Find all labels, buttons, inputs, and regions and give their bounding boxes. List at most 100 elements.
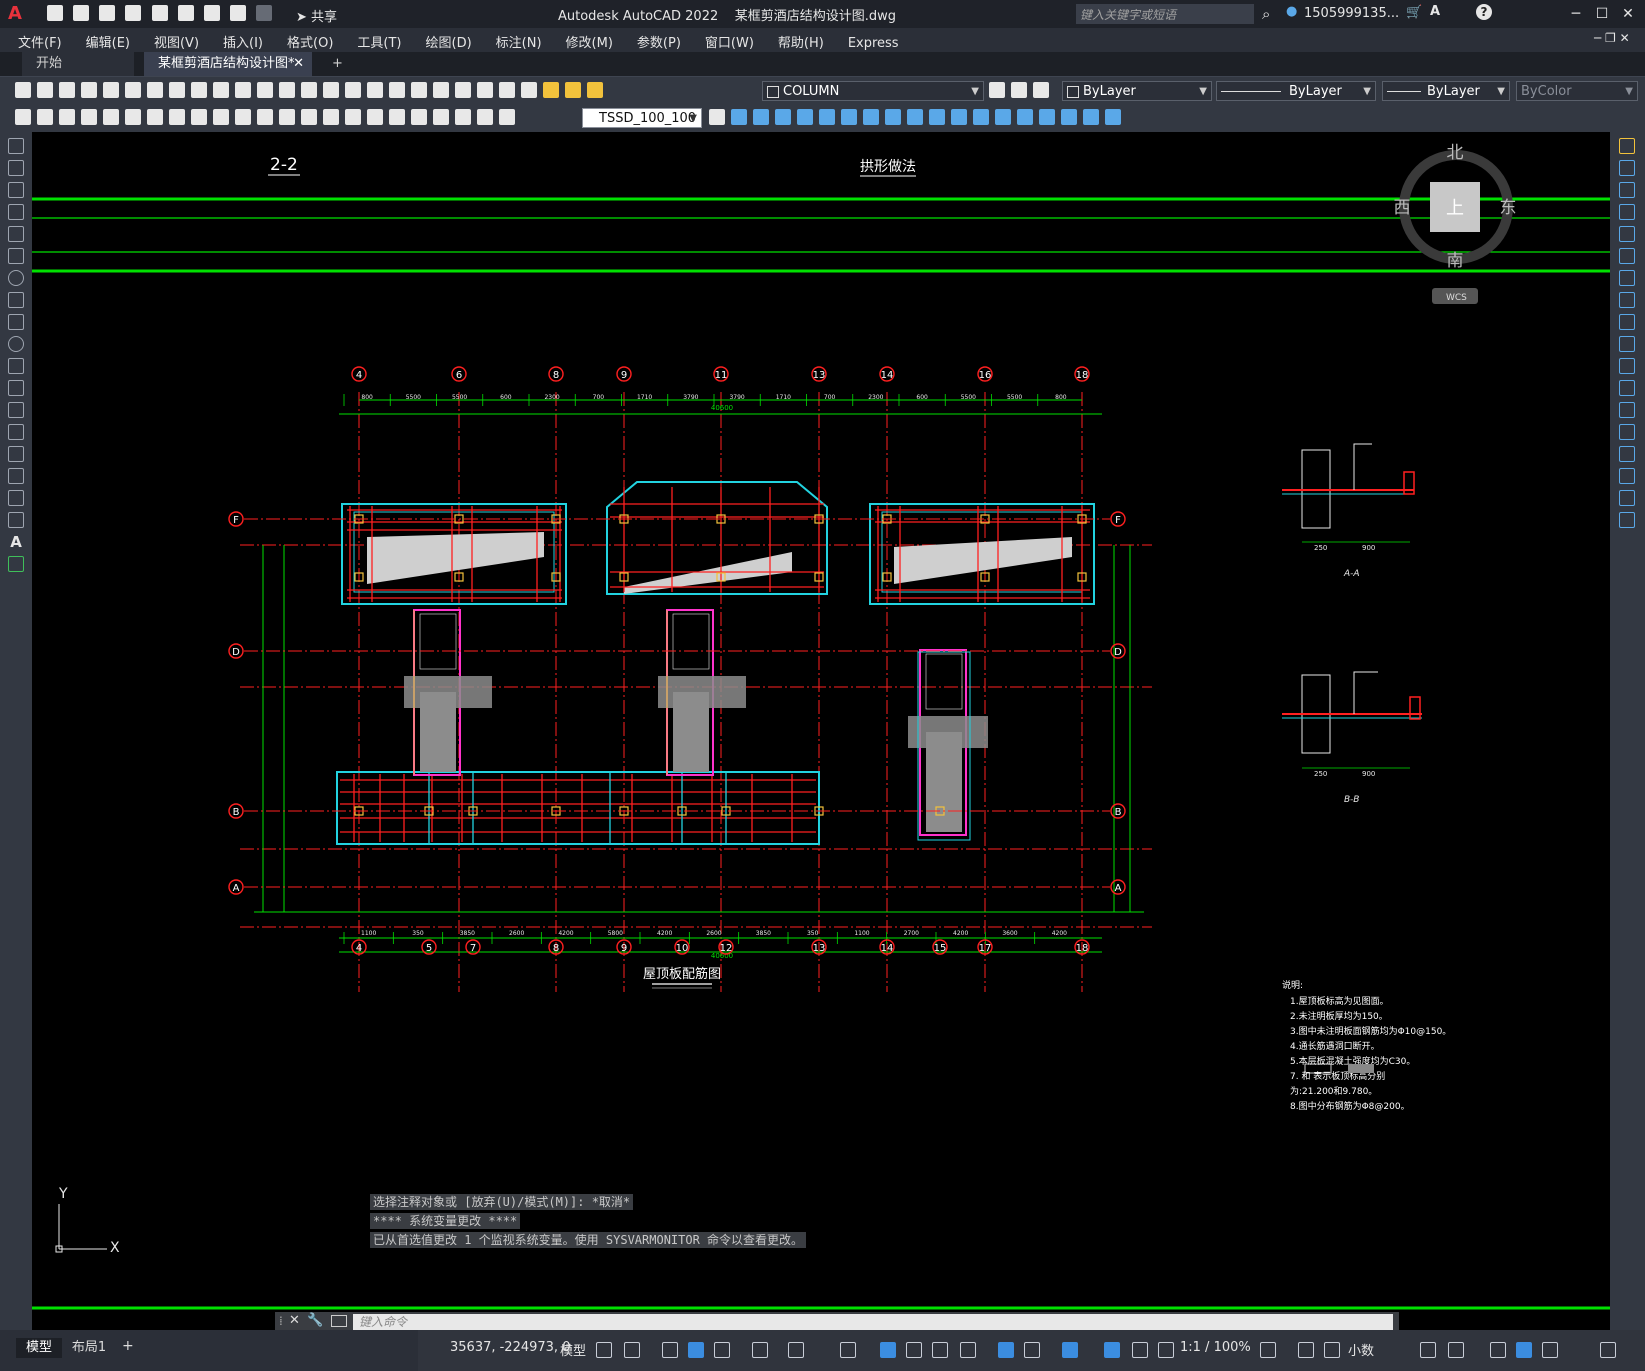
point-icon[interactable] bbox=[8, 424, 24, 440]
layer-dropdown[interactable]: COLUMN ▼ bbox=[762, 81, 984, 101]
menu-item-6[interactable]: 绘图(D) bbox=[414, 28, 484, 52]
linetype-dropdown[interactable]: ByLayer ▼ bbox=[1216, 81, 1376, 101]
menu-item-8[interactable]: 修改(M) bbox=[554, 28, 625, 52]
ellipse-arc-icon[interactable] bbox=[8, 358, 24, 374]
publish-icon[interactable] bbox=[125, 82, 141, 98]
zoom-realtime-icon[interactable] bbox=[301, 82, 317, 98]
new-icon[interactable] bbox=[15, 82, 31, 98]
annotation-visibility-icon[interactable] bbox=[1104, 1342, 1120, 1358]
insert-block-icon[interactable] bbox=[8, 380, 24, 396]
dim-edit-icon[interactable] bbox=[455, 109, 471, 125]
export-icon[interactable] bbox=[177, 5, 194, 21]
arc-icon[interactable] bbox=[8, 248, 24, 264]
tool-palette-icon[interactable] bbox=[411, 82, 427, 98]
line-icon[interactable] bbox=[8, 138, 24, 154]
make-current-icon[interactable] bbox=[989, 82, 1005, 98]
maximize-button[interactable]: ☐ bbox=[1592, 4, 1612, 24]
selection-cycling-icon[interactable] bbox=[932, 1342, 948, 1358]
modify-10-icon[interactable] bbox=[929, 109, 945, 125]
markup-icon[interactable] bbox=[455, 82, 471, 98]
extend-icon[interactable] bbox=[1619, 358, 1635, 374]
blend-icon[interactable] bbox=[1619, 490, 1635, 506]
zoom-window-icon[interactable] bbox=[323, 82, 339, 98]
add-layout-button[interactable]: + bbox=[122, 1338, 134, 1354]
preview-icon[interactable] bbox=[103, 82, 119, 98]
command-input[interactable]: 键入命令 bbox=[353, 1314, 1393, 1330]
continue-icon[interactable] bbox=[301, 109, 317, 125]
move-icon[interactable] bbox=[1619, 248, 1635, 264]
layout-tab-model[interactable]: 模型 bbox=[16, 1338, 62, 1358]
tab-start[interactable]: 开始 bbox=[22, 52, 134, 76]
sheet-set-icon[interactable] bbox=[433, 82, 449, 98]
coordinates[interactable]: 35637, -224973, 0 bbox=[450, 1340, 570, 1355]
revcloud-icon[interactable] bbox=[8, 292, 24, 308]
explode-icon[interactable] bbox=[1619, 512, 1635, 528]
modify-11-icon[interactable] bbox=[951, 109, 967, 125]
polygon-icon[interactable] bbox=[8, 204, 24, 220]
isolate-objects-icon[interactable] bbox=[1490, 1342, 1506, 1358]
quick-properties-icon[interactable] bbox=[1420, 1342, 1436, 1358]
menu-item-7[interactable]: 标注(N) bbox=[484, 28, 554, 52]
viewcube-east[interactable]: 东 bbox=[1500, 198, 1517, 218]
construction-line-icon[interactable] bbox=[8, 160, 24, 176]
selection-filter-icon[interactable] bbox=[1024, 1342, 1040, 1358]
baseline-icon[interactable] bbox=[279, 109, 295, 125]
infer-icon[interactable] bbox=[662, 1342, 678, 1358]
quick-dim-icon[interactable] bbox=[257, 109, 273, 125]
modify-5-icon[interactable] bbox=[819, 109, 835, 125]
dim-update-icon[interactable] bbox=[499, 109, 515, 125]
doc-window-controls[interactable]: ─ ❐ ✕ bbox=[1594, 31, 1630, 45]
chamfer-icon[interactable] bbox=[1619, 446, 1635, 462]
layout-tab-layout1[interactable]: 布局1 bbox=[66, 1338, 112, 1358]
trim-icon[interactable] bbox=[1619, 336, 1635, 352]
layer-on-icon[interactable] bbox=[543, 82, 559, 98]
erase-icon[interactable] bbox=[1619, 138, 1635, 154]
stretch-icon[interactable] bbox=[1619, 314, 1635, 330]
add-selected-icon[interactable] bbox=[8, 556, 24, 572]
fillet-icon[interactable] bbox=[1619, 468, 1635, 484]
linear-dim-icon[interactable] bbox=[81, 109, 97, 125]
viewcube[interactable]: 上 北 南 东 西 WCS bbox=[1394, 143, 1517, 304]
break-icon[interactable] bbox=[1619, 402, 1635, 418]
modify-8-icon[interactable] bbox=[885, 109, 901, 125]
design-center-icon[interactable] bbox=[389, 82, 405, 98]
share-button[interactable]: ➤ 共享 bbox=[296, 6, 337, 25]
annotation-monitor-icon[interactable] bbox=[1298, 1342, 1314, 1358]
modify-1-icon[interactable] bbox=[731, 109, 747, 125]
dim-style-icon[interactable] bbox=[709, 109, 725, 125]
modify-4-icon[interactable] bbox=[797, 109, 813, 125]
angle-icon[interactable] bbox=[788, 1342, 804, 1358]
hatch-icon[interactable] bbox=[8, 446, 24, 462]
jogged-linear-icon[interactable] bbox=[433, 109, 449, 125]
zoom-previous-icon[interactable] bbox=[345, 82, 361, 98]
modify-16-icon[interactable] bbox=[1061, 109, 1077, 125]
isodraft-icon[interactable] bbox=[752, 1342, 768, 1358]
auto-scale-icon[interactable] bbox=[1132, 1342, 1148, 1358]
cart-icon[interactable]: 🛒 bbox=[1406, 5, 1422, 20]
offset-icon[interactable] bbox=[1619, 204, 1635, 220]
gradient-icon[interactable] bbox=[8, 468, 24, 484]
viewcube-top[interactable]: 上 bbox=[1446, 198, 1464, 219]
mtext-icon[interactable]: A bbox=[8, 534, 24, 550]
autodesk-icon[interactable]: A bbox=[1430, 4, 1440, 19]
lineweight-dropdown[interactable]: ByLayer ▼ bbox=[1382, 81, 1510, 101]
publish-icon[interactable] bbox=[151, 5, 168, 21]
osnap-tracking-icon[interactable] bbox=[960, 1342, 976, 1358]
viewcube-north[interactable]: 北 bbox=[1447, 143, 1464, 163]
menu-item-11[interactable]: 帮助(H) bbox=[766, 28, 836, 52]
print-icon[interactable] bbox=[81, 82, 97, 98]
dimstyle-dropdown[interactable]: TSSD_100_100 ▼ bbox=[582, 108, 702, 128]
model-space-button[interactable]: 模型 bbox=[560, 1340, 586, 1359]
redo-icon[interactable] bbox=[257, 82, 273, 98]
new-file-icon[interactable] bbox=[47, 5, 63, 21]
command-prompt-icon[interactable] bbox=[331, 1315, 347, 1327]
workspace-icon[interactable] bbox=[1260, 1342, 1276, 1358]
modify-6-icon[interactable] bbox=[841, 109, 857, 125]
polyline-icon[interactable] bbox=[8, 182, 24, 198]
cut-icon[interactable] bbox=[147, 82, 163, 98]
scale-dropdown[interactable]: 1:1 / 100% bbox=[1180, 1340, 1251, 1355]
viewcube-west[interactable]: 西 bbox=[1394, 198, 1411, 218]
transparency-icon[interactable] bbox=[906, 1342, 922, 1358]
save-icon[interactable] bbox=[99, 5, 116, 21]
units-dropdown[interactable]: 小数 bbox=[1348, 1340, 1374, 1359]
